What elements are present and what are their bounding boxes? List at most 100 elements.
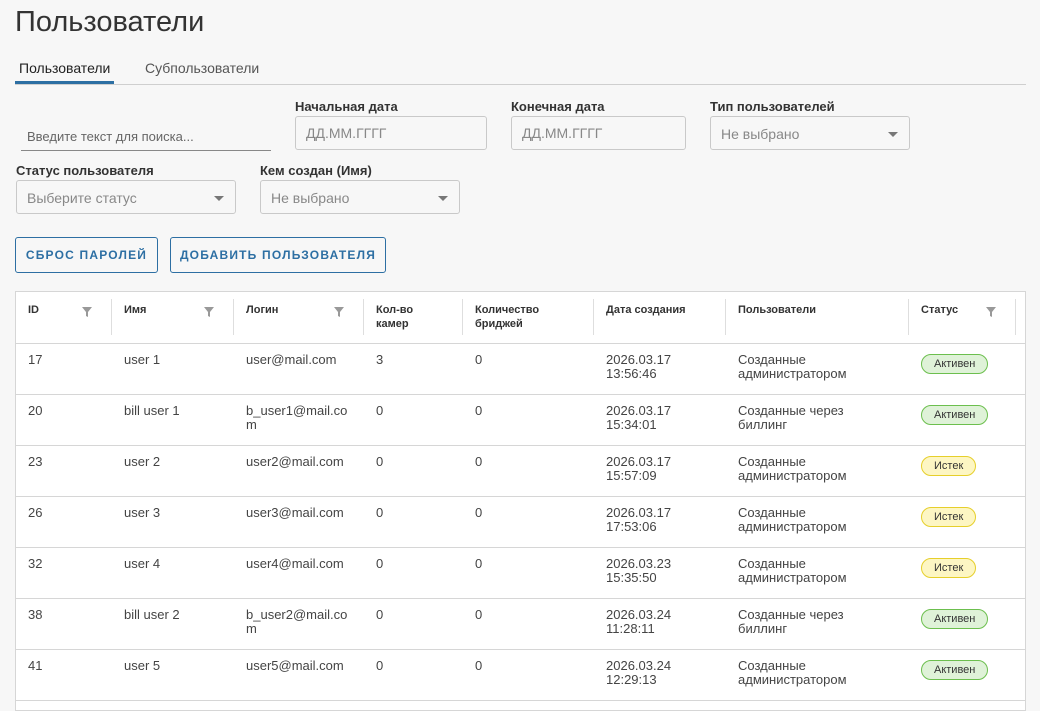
- cell-name: user 1: [124, 353, 160, 367]
- column-header-cameras[interactable]: Кол-во камер: [364, 292, 463, 343]
- column-header-created[interactable]: Дата создания: [594, 292, 726, 343]
- filter-icon[interactable]: [334, 307, 344, 317]
- cell-name-line: user 4: [124, 556, 161, 571]
- cell-cameras: 0: [376, 557, 383, 571]
- status-badge: Активен: [921, 609, 989, 629]
- cell-created-line: 2026.03.24: [606, 607, 672, 622]
- cell-cameras: 0: [376, 659, 383, 673]
- cell-cameras-line: 0: [376, 454, 384, 469]
- cell-id-line: 20: [28, 403, 43, 418]
- cell-name-line: bill user 2: [124, 607, 180, 622]
- filter-icon[interactable]: [204, 307, 214, 317]
- table-row[interactable]: 26 user 3 user3@mail.com 0 0 2026.03.17 17:53:…: [16, 496, 1025, 548]
- cell-login-line: user4@mail.com: [246, 556, 344, 571]
- cell-id-line: 23: [28, 454, 43, 469]
- cell-login-line: m: [246, 621, 257, 636]
- cell-users-line: Созданные: [738, 556, 806, 571]
- cell-name-line: user 1: [124, 352, 161, 367]
- cell-name: user 3: [124, 506, 160, 520]
- column-header-label: бриджей: [475, 318, 523, 330]
- cell-login-line: m: [246, 417, 257, 432]
- table-row[interactable]: 20 bill user 1 b_user1@mail.co m 0 0 2026.03.1…: [16, 394, 1025, 446]
- cell-login: user4@mail.com: [246, 557, 344, 571]
- column-header-login[interactable]: Логин: [234, 292, 364, 343]
- users-table: ID Имя Логин Кол-во камер Количество бри…: [15, 291, 1026, 711]
- cell-created-line: 2026.03.17: [606, 454, 672, 469]
- status-badge: Истек: [921, 456, 977, 476]
- user-status-label: Статус пользователя: [16, 163, 154, 178]
- cell-bridges-line: 0: [475, 403, 483, 418]
- cell-id-line: 17: [28, 352, 43, 367]
- status-badge: Истек: [921, 507, 977, 527]
- filter-icon[interactable]: [82, 307, 92, 317]
- created-by-select[interactable]: Не выбрано: [260, 180, 460, 214]
- cell-id: 41: [28, 659, 42, 673]
- cell-created-line: 11:28:11: [606, 621, 655, 636]
- cell-login: user2@mail.com: [246, 455, 344, 469]
- cell-created-line: 2026.03.24: [606, 658, 672, 673]
- tab-users[interactable]: Пользователи: [15, 60, 115, 84]
- reset-passwords-button[interactable]: СБРОС ПАРОЛЕЙ: [15, 237, 158, 273]
- cell-users: Созданные администратором: [738, 353, 847, 381]
- table-row[interactable]: 32 user 4 user4@mail.com 0 0 2026.03.23 15:35:…: [16, 547, 1025, 599]
- cell-users: Созданные администратором: [738, 557, 847, 585]
- cell-created-line: 15:57:09: [606, 468, 657, 483]
- cell-cameras-line: 0: [376, 658, 384, 673]
- cell-created: 2026.03.17 17:53:06: [606, 506, 671, 534]
- cell-cameras: 0: [376, 404, 383, 418]
- cell-users-line: Созданные: [738, 505, 806, 520]
- table-row[interactable]: 41 user 5 user5@mail.com 0 0 2026.03.24 12:29:…: [16, 649, 1025, 701]
- start-date-input[interactable]: [296, 117, 486, 149]
- filter-icon[interactable]: [986, 307, 996, 317]
- table-header: ID Имя Логин Кол-во камер Количество бри…: [16, 292, 1025, 344]
- cell-created-line: 15:35:50: [606, 570, 657, 585]
- column-header-label: Дата создания: [606, 304, 686, 316]
- cell-bridges: 0: [475, 404, 482, 418]
- end-date-input[interactable]: [512, 117, 685, 149]
- cell-users-line: администратором: [738, 570, 847, 585]
- cell-name-line: user 2: [124, 454, 161, 469]
- table-row[interactable]: 38 bill user 2 b_user2@mail.co m 0 0 2026.03.2…: [16, 598, 1025, 650]
- cell-id-line: 26: [28, 505, 43, 520]
- table-row[interactable]: 23 user 2 user2@mail.com 0 0 2026.03.17 15:57:…: [16, 445, 1025, 497]
- table-row[interactable]: 17 user 1 user@mail.com 3 0 2026.03.17 13:56:4…: [16, 343, 1025, 395]
- cell-users-line: биллинг: [738, 417, 788, 432]
- column-header-users[interactable]: Пользователи: [726, 292, 909, 343]
- cell-cameras: 0: [376, 455, 383, 469]
- cell-id: 32: [28, 557, 42, 571]
- cell-cameras-line: 0: [376, 505, 384, 520]
- user-status-select[interactable]: Выберите статус: [16, 180, 236, 214]
- cell-users-line: администратором: [738, 366, 847, 381]
- column-header-name[interactable]: Имя: [112, 292, 234, 343]
- cell-name-line: user 5: [124, 658, 161, 673]
- cell-cameras-line: 0: [376, 403, 384, 418]
- user-type-select[interactable]: Не выбрано: [710, 116, 910, 150]
- status-badge: Истек: [921, 558, 977, 578]
- tab-subusers[interactable]: Субпользователи: [141, 60, 263, 82]
- tab-bar: Пользователи Субпользователи: [15, 54, 1026, 85]
- cell-id: 17: [28, 353, 42, 367]
- cell-login: user5@mail.com: [246, 659, 344, 673]
- add-user-button[interactable]: ДОБАВИТЬ ПОЛЬЗОВАТЕЛЯ: [170, 237, 386, 273]
- cell-login: b_user1@mail.co m: [246, 404, 347, 432]
- column-header-id[interactable]: ID: [16, 292, 112, 343]
- search-input[interactable]: [21, 124, 273, 148]
- chevron-down-icon: [438, 196, 448, 201]
- cell-id: 20: [28, 404, 42, 418]
- cell-id-line: 41: [28, 658, 43, 673]
- created-by-label: Кем создан (Имя): [260, 163, 372, 178]
- column-header-label: Количество: [475, 304, 540, 316]
- cell-id: 26: [28, 506, 42, 520]
- cell-users-line: Созданные: [738, 658, 806, 673]
- cell-login-line: user2@mail.com: [246, 454, 344, 469]
- status-badge: Активен: [921, 660, 989, 680]
- cell-cameras-line: 0: [376, 607, 384, 622]
- end-date-field: [511, 116, 686, 150]
- column-header-status[interactable]: Статус: [909, 292, 1016, 343]
- cell-created-line: 15:34:01: [606, 417, 657, 432]
- cell-id-line: 32: [28, 556, 43, 571]
- cell-bridges: 0: [475, 353, 482, 367]
- cell-login: b_user2@mail.co m: [246, 608, 347, 636]
- cell-created: 2026.03.23 15:35:50: [606, 557, 671, 585]
- column-header-bridges[interactable]: Количество бриджей: [463, 292, 594, 343]
